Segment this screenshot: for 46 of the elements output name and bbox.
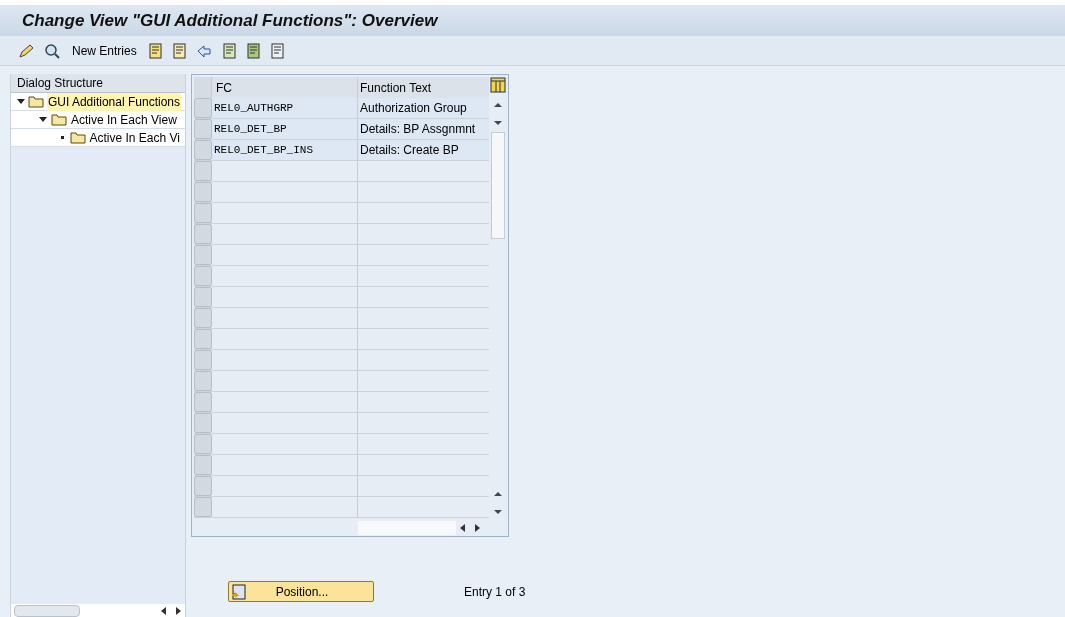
folder-icon <box>51 113 67 126</box>
row-selector[interactable] <box>194 413 212 433</box>
row-selector[interactable] <box>194 497 212 517</box>
panel-header: Dialog Structure <box>11 74 185 93</box>
row-selector[interactable] <box>194 287 212 307</box>
scroll-thumb[interactable] <box>491 132 505 239</box>
folder-icon <box>69 131 86 144</box>
table-cell: REL0_DET_BP_INS <box>212 140 358 160</box>
row-selector[interactable] <box>194 266 212 286</box>
row-selector[interactable] <box>194 224 212 244</box>
folder-icon <box>27 95 44 108</box>
position-button[interactable]: Position... <box>228 581 374 602</box>
magnifier-icon[interactable] <box>43 42 61 59</box>
scroll-track[interactable] <box>358 521 456 535</box>
row-selector[interactable] <box>194 371 212 391</box>
expand-toggle-icon[interactable] <box>17 98 26 105</box>
row-selector[interactable] <box>194 161 212 181</box>
new-entries-button[interactable]: New Entries <box>69 41 140 60</box>
row-selector[interactable] <box>194 98 212 118</box>
row-selector[interactable] <box>194 119 212 139</box>
window-title: Change View "GUI Additional Functions": Overview <box>22 9 438 32</box>
row-selector[interactable] <box>194 329 212 349</box>
table-cell: Details: Create BP <box>358 140 489 160</box>
table-cell: REL0_DET_BP <box>212 119 358 139</box>
row-selector[interactable] <box>194 245 212 265</box>
row-selector[interactable] <box>194 203 212 223</box>
entry-count: Entry 1 of 3 <box>464 583 526 601</box>
column-header[interactable]: Function Text <box>358 77 489 98</box>
position-icon <box>231 583 247 600</box>
scroll-thumb[interactable] <box>14 604 80 617</box>
undo-arrow-icon[interactable] <box>195 42 214 59</box>
expand-toggle-icon[interactable] <box>37 116 49 123</box>
row-selector[interactable] <box>194 455 212 475</box>
column-header[interactable]: FC <box>212 77 358 98</box>
row-selector[interactable] <box>194 434 212 454</box>
row-selector[interactable] <box>194 182 212 202</box>
table-cell: REL0_AUTHGRP <box>212 98 358 118</box>
row-selector[interactable] <box>194 476 212 496</box>
row-selector[interactable] <box>194 140 212 160</box>
row-selector[interactable] <box>194 392 212 412</box>
column-settings-icon[interactable] <box>490 77 506 93</box>
table-cell: Authorization Group <box>358 98 489 118</box>
select-all-button[interactable] <box>194 77 212 98</box>
row-selector[interactable] <box>194 308 212 328</box>
row-selector[interactable] <box>194 350 212 370</box>
table-cell: Details: BP Assgnmnt <box>358 119 489 139</box>
